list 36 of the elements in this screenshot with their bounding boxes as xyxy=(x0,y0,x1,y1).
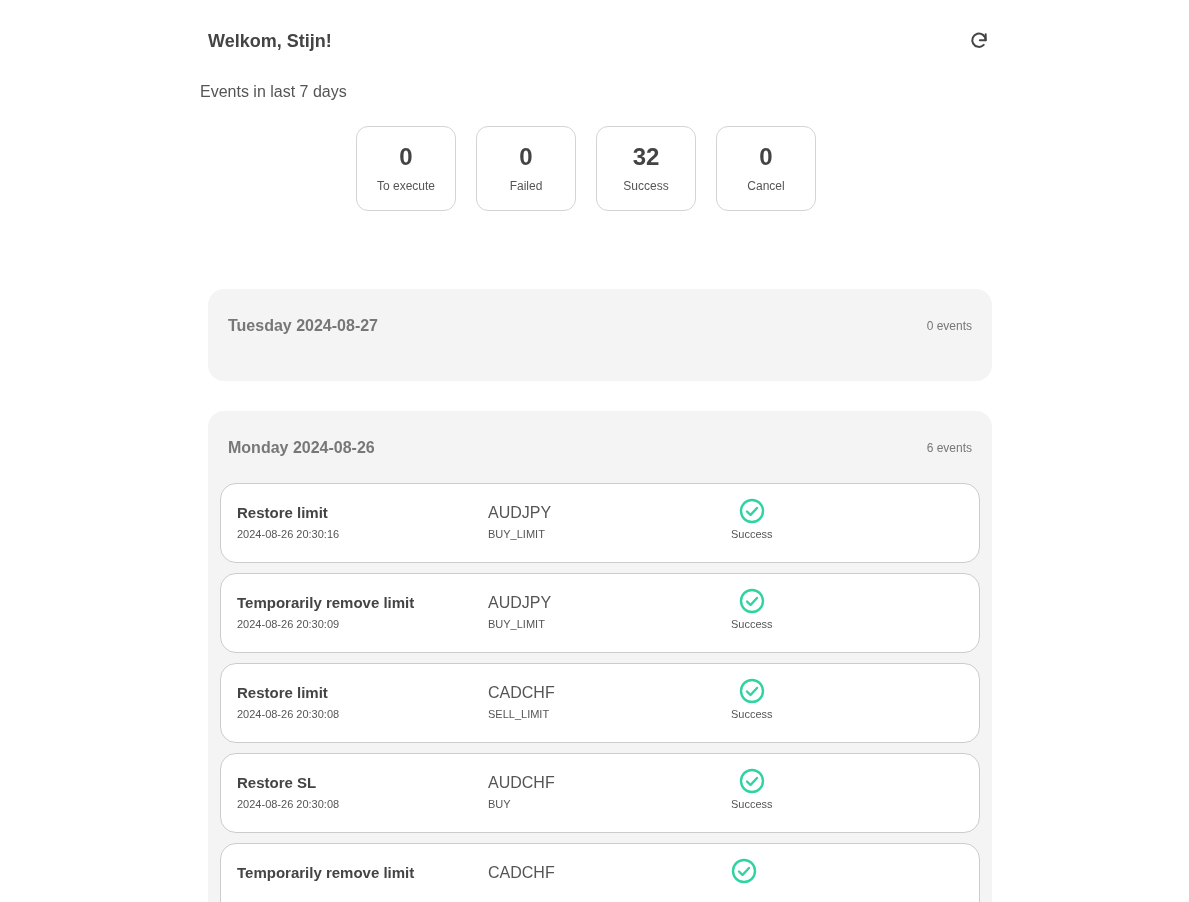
status-label: Success xyxy=(731,527,773,542)
day-title: Monday 2024-08-26 xyxy=(228,438,375,458)
day-title: Tuesday 2024-08-27 xyxy=(228,316,378,336)
status-label: Success xyxy=(731,797,773,812)
stat-value: 0 xyxy=(519,142,533,172)
stat-value: 0 xyxy=(399,142,413,172)
event-time: 2024-08-26 20:30:08 xyxy=(237,707,340,722)
event-symbol: AUDJPY xyxy=(488,503,552,523)
status-label: Success xyxy=(731,707,773,722)
event-symbol: CADCHF xyxy=(488,683,555,703)
event-action: Temporarily remove limit xyxy=(237,593,415,613)
greeting-heading: Welkom, Stijn! xyxy=(208,29,332,53)
stat-value: 0 xyxy=(759,142,773,172)
event-time: 2024-08-26 20:30:16 xyxy=(237,527,340,542)
order-type: SELL_LIMIT xyxy=(488,707,550,722)
event-time: 2024-08-26 20:30:08 xyxy=(237,797,340,812)
event-action: Temporarily remove limit xyxy=(237,863,415,883)
stat-label: Success xyxy=(623,178,669,195)
stat-label: To execute xyxy=(376,178,435,195)
order-type: BUY xyxy=(488,797,511,812)
event-symbol: AUDJPY xyxy=(488,593,552,613)
event-count: 6 events xyxy=(926,440,972,457)
order-type: BUY_LIMIT xyxy=(488,617,545,632)
stat-label: Cancel xyxy=(747,178,785,195)
stat-label: Failed xyxy=(509,178,543,195)
event-symbol: AUDCHF xyxy=(488,773,555,793)
event-time: 2024-08-26 20:30:09 xyxy=(237,617,340,632)
section-title: Events in last 7 days xyxy=(200,82,347,102)
status-label: Success xyxy=(731,617,773,632)
event-action: Restore limit xyxy=(237,503,328,523)
stat-value: 32 xyxy=(632,142,660,172)
order-type: BUY_LIMIT xyxy=(488,527,545,542)
event-action: Restore limit xyxy=(237,683,328,703)
event-count: 0 events xyxy=(926,318,972,335)
event-symbol: CADCHF xyxy=(488,863,555,883)
event-action: Restore SL xyxy=(237,773,317,793)
